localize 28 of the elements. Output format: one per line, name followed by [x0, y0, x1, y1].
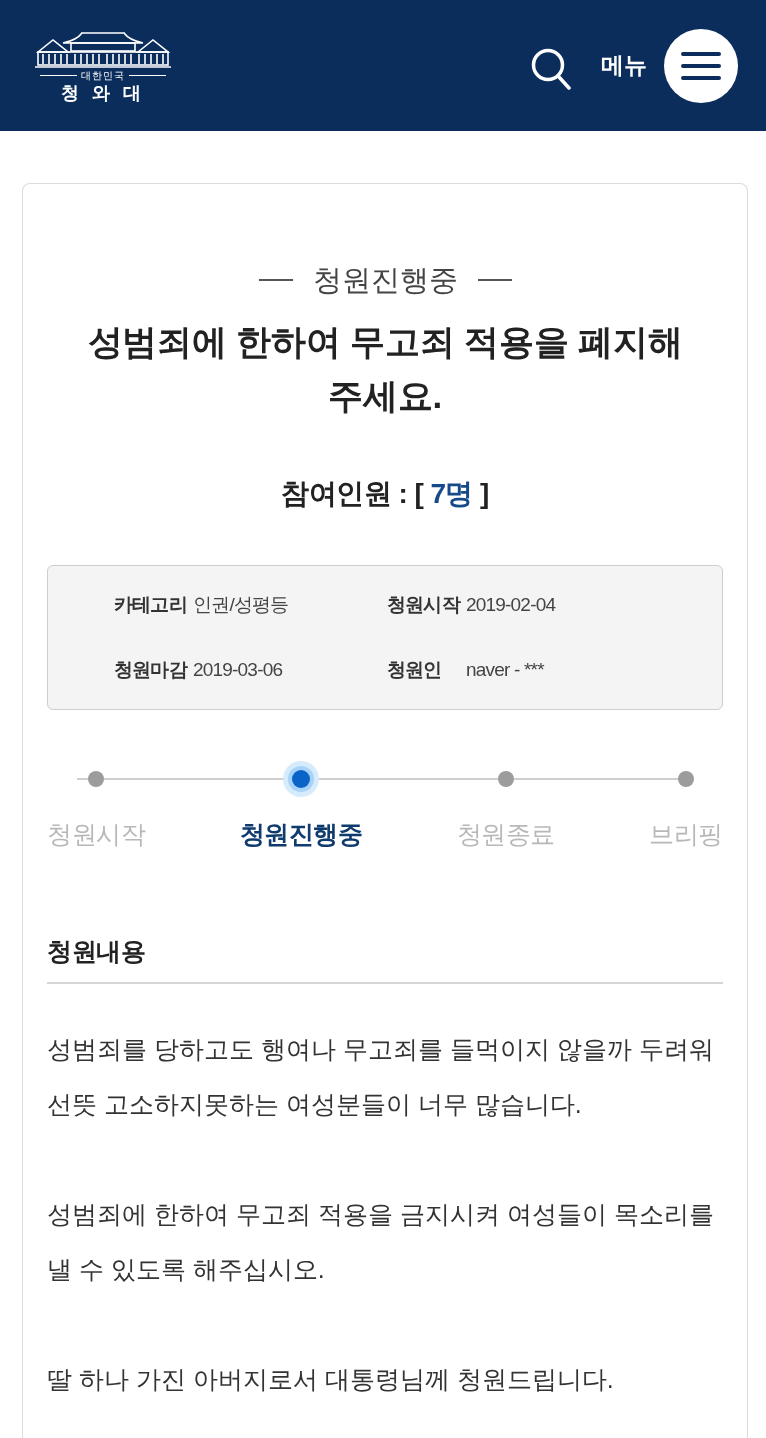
detail-label: 청원인 [387, 658, 443, 682]
participants-count: 7명 [430, 477, 473, 511]
petition-status: 청원진행중 [312, 263, 458, 298]
menu-icon [664, 28, 738, 103]
detail-value: naver - *** [466, 658, 544, 682]
content-paragraph: 성범죄를 당하고도 행여나 무고죄를 들먹이지 않을까 두려워 선뜻 고소하지못하는 여성분들이 너무 많습니다. [47, 1034, 715, 1120]
participants-bracket: ] [480, 477, 489, 511]
step-label: 청원진행중 [239, 819, 363, 850]
search-button[interactable] [531, 47, 571, 90]
content-heading: 청원내용 [47, 934, 723, 984]
step-label: 청원종료 [456, 819, 555, 850]
participants-label: 참여인원 : [ [281, 477, 424, 511]
detail-value: 2019-03-06 [193, 658, 283, 682]
menu-button[interactable]: 메뉴 [601, 28, 738, 103]
step-label: 브리핑 [649, 819, 723, 850]
detail-value: 2019-02-04 [466, 593, 556, 617]
detail-label: 청원시작 [387, 593, 461, 617]
petition-title: 성범죄에 한하여 무고죄 적용을 폐지해 주세요. [86, 321, 684, 417]
content-paragraph: 딸 하나 가진 아버지로서 대통령님께 청원드립니다. [47, 1364, 615, 1395]
detail-label: 청원마감 [114, 658, 188, 682]
content-paragraph: 성범죄에 한하여 무고죄 적용을 금지시켜 여성들이 목소리를 낼 수 있도록 해주십시오. [47, 1199, 715, 1285]
search-icon [531, 47, 571, 90]
detail-label: 카테고리 [114, 593, 188, 617]
detail-value: 인권/성평등 [193, 593, 289, 617]
palace-icon[interactable] [35, 29, 171, 68]
logo-name: 청 와 대 [61, 81, 145, 104]
logo-subtitle: 대한민국 [81, 69, 125, 82]
step-label: 청원시작 [47, 819, 145, 850]
